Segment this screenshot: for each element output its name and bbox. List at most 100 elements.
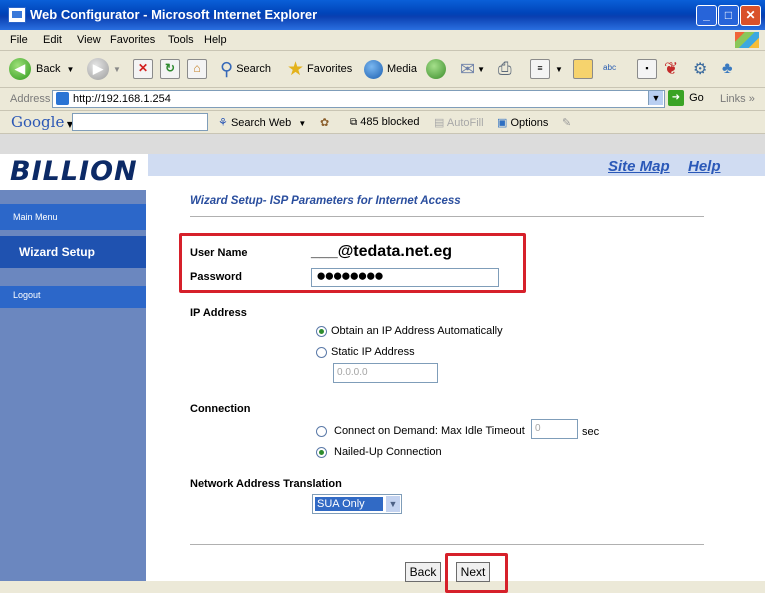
web-page: BILLION Site Map Help Main Menu Wizard S… xyxy=(0,134,765,593)
sidebar-item-logout[interactable]: Logout xyxy=(0,286,146,308)
page-top-band xyxy=(0,134,765,154)
nat-selected-value: SUA Only xyxy=(315,497,383,511)
discuss-button[interactable] xyxy=(573,57,593,81)
menu-help[interactable]: Help xyxy=(204,34,227,46)
idle-timeout-input[interactable]: 0 xyxy=(531,419,578,439)
nat-select[interactable]: SUA Only ▼ xyxy=(312,494,402,514)
mail-dropdown-icon[interactable]: ▼ xyxy=(477,65,485,74)
tools-icon: ⚙ xyxy=(693,61,708,78)
search-icon: ⚲ xyxy=(220,58,234,79)
back-button[interactable]: ◀ Back ▼ xyxy=(9,57,74,81)
forward-arrow-icon: ▶ xyxy=(87,58,109,80)
tool-button-2[interactable]: ⚙ xyxy=(693,57,707,81)
google-toolbar: Google ▼ ⚘ Search Web ▼ ✿ ⧉ 485 blocked … xyxy=(0,111,765,134)
nailed-up-radio[interactable]: Nailed-Up Connection xyxy=(316,446,442,458)
refresh-icon: ↻ xyxy=(160,59,180,79)
sidebar-item-wizard-setup[interactable]: Wizard Setup xyxy=(0,236,146,268)
user-name-label: User Name xyxy=(190,247,248,259)
title-divider xyxy=(190,216,704,217)
menu-tools[interactable]: Tools xyxy=(168,34,194,46)
connect-on-demand-radio[interactable]: Connect on Demand: Max Idle Timeout xyxy=(316,425,525,437)
menu-view[interactable]: View xyxy=(77,34,101,46)
print-icon: ⎙ xyxy=(498,59,512,78)
edit-dropdown-icon[interactable]: ▼ xyxy=(555,65,563,74)
go-button[interactable]: ➜ Go xyxy=(668,90,704,106)
address-bar: Address http://192.168.1.254 ▼ ➜ Go Link… xyxy=(0,88,765,111)
radio-selected-icon xyxy=(316,325,327,337)
media-button[interactable]: Media xyxy=(364,57,417,81)
site-map-link[interactable]: Site Map xyxy=(608,158,670,175)
password-field[interactable]: ●●●●●●●● xyxy=(311,266,499,287)
close-button[interactable]: ✕ xyxy=(740,5,761,26)
blocked-count: 485 blocked xyxy=(360,116,420,128)
address-input[interactable]: http://192.168.1.254 xyxy=(52,90,665,108)
binoculars-icon: ⚘ xyxy=(218,117,228,129)
connection-label: Connection xyxy=(190,403,251,415)
home-button[interactable]: ⌂ xyxy=(187,57,207,81)
ip-auto-radio[interactable]: Obtain an IP Address Automatically xyxy=(316,325,503,337)
antispy-icon: ❦ xyxy=(664,59,679,78)
browser-toolbar: ◀ Back ▼ ▶ ▼ ✕ ↻ ⌂ ⚲ Search ★ Favorites … xyxy=(0,51,765,88)
ip-address-label: IP Address xyxy=(190,307,247,319)
wizard-form: Wizard Setup- ISP Parameters for Interne… xyxy=(148,176,765,593)
menu-bar: File Edit View Favorites Tools Help xyxy=(0,30,765,51)
print-button[interactable]: ⎙ xyxy=(498,57,512,81)
radio-unselected-icon xyxy=(316,346,327,358)
messenger-button[interactable]: ▪ xyxy=(637,57,657,81)
search-web-button[interactable]: ⚘ Search Web ▼ xyxy=(218,116,306,129)
search-button[interactable]: ⚲ Search xyxy=(220,57,271,81)
google-logo-text: Google xyxy=(11,113,65,131)
search-web-dropdown-icon[interactable]: ▼ xyxy=(298,119,306,128)
google-search-input[interactable] xyxy=(72,113,208,131)
pagerank-icon[interactable]: ✿ xyxy=(320,116,329,129)
edit-button[interactable]: ≡ ▼ xyxy=(530,57,563,81)
go-arrow-icon: ➜ xyxy=(668,90,684,106)
menu-file[interactable]: File xyxy=(10,34,28,46)
star-icon: ★ xyxy=(287,58,305,80)
footer-divider xyxy=(190,544,704,545)
window-titlebar: Web Configurator - Microsoft Internet Ex… xyxy=(0,0,765,30)
help-link[interactable]: Help xyxy=(688,158,721,175)
top-link-bar xyxy=(148,154,765,176)
options-button[interactable]: ▣ Options xyxy=(497,116,548,129)
mail-button[interactable]: ✉ ▼ xyxy=(460,57,485,81)
media-label: Media xyxy=(387,63,417,75)
ip-static-radio[interactable]: Static IP Address xyxy=(316,346,415,358)
next-button[interactable]: Next xyxy=(456,562,490,582)
stop-icon: ✕ xyxy=(133,59,153,79)
page-title: Wizard Setup- ISP Parameters for Interne… xyxy=(190,195,461,207)
back-dropdown-icon[interactable]: ▼ xyxy=(66,65,74,74)
forward-button[interactable]: ▶ ▼ xyxy=(87,57,121,81)
favorites-label: Favorites xyxy=(307,63,353,75)
spellcheck-icon: ᵃᵇᶜ xyxy=(603,62,617,76)
stop-button[interactable]: ✕ xyxy=(133,57,153,81)
history-button[interactable] xyxy=(426,57,446,81)
menu-favorites[interactable]: Favorites xyxy=(110,34,155,46)
links-button[interactable]: Links » xyxy=(720,93,755,105)
spellcheck-button[interactable]: ᵃᵇᶜ xyxy=(603,57,616,81)
address-dropdown-icon[interactable]: ▼ xyxy=(648,91,663,105)
mail-icon: ✉ xyxy=(460,58,476,79)
user-name-field[interactable]: ___@tedata.net.eg xyxy=(311,243,452,261)
tool-button-1[interactable]: ❦ xyxy=(664,57,678,81)
menu-edit[interactable]: Edit xyxy=(43,34,62,46)
back-form-button[interactable]: Back xyxy=(405,562,441,582)
google-logo[interactable]: Google ▼ xyxy=(11,113,73,131)
refresh-button[interactable]: ↻ xyxy=(160,57,180,81)
options-icon: ▣ xyxy=(497,117,508,129)
highlight-icon[interactable]: ✎ xyxy=(562,116,571,129)
maximize-button[interactable]: □ xyxy=(718,5,739,26)
go-label: Go xyxy=(689,91,704,104)
radio-selected-icon xyxy=(316,446,327,458)
minimize-button[interactable]: _ xyxy=(696,5,717,26)
autofill-button[interactable]: ▤ AutoFill xyxy=(434,116,484,129)
address-label: Address xyxy=(10,93,51,105)
tool-button-3[interactable]: ♣ xyxy=(722,57,733,81)
folder-icon xyxy=(573,59,593,79)
popup-blocker-button[interactable]: ⧉ 485 blocked xyxy=(350,116,420,128)
favorites-button[interactable]: ★ Favorites xyxy=(287,57,352,81)
sidebar-item-main-menu[interactable]: Main Menu xyxy=(0,204,146,230)
forward-dropdown-icon[interactable]: ▼ xyxy=(113,65,121,74)
address-url[interactable]: http://192.168.1.254 xyxy=(73,93,171,105)
static-ip-input[interactable]: 0.0.0.0 xyxy=(333,363,438,383)
